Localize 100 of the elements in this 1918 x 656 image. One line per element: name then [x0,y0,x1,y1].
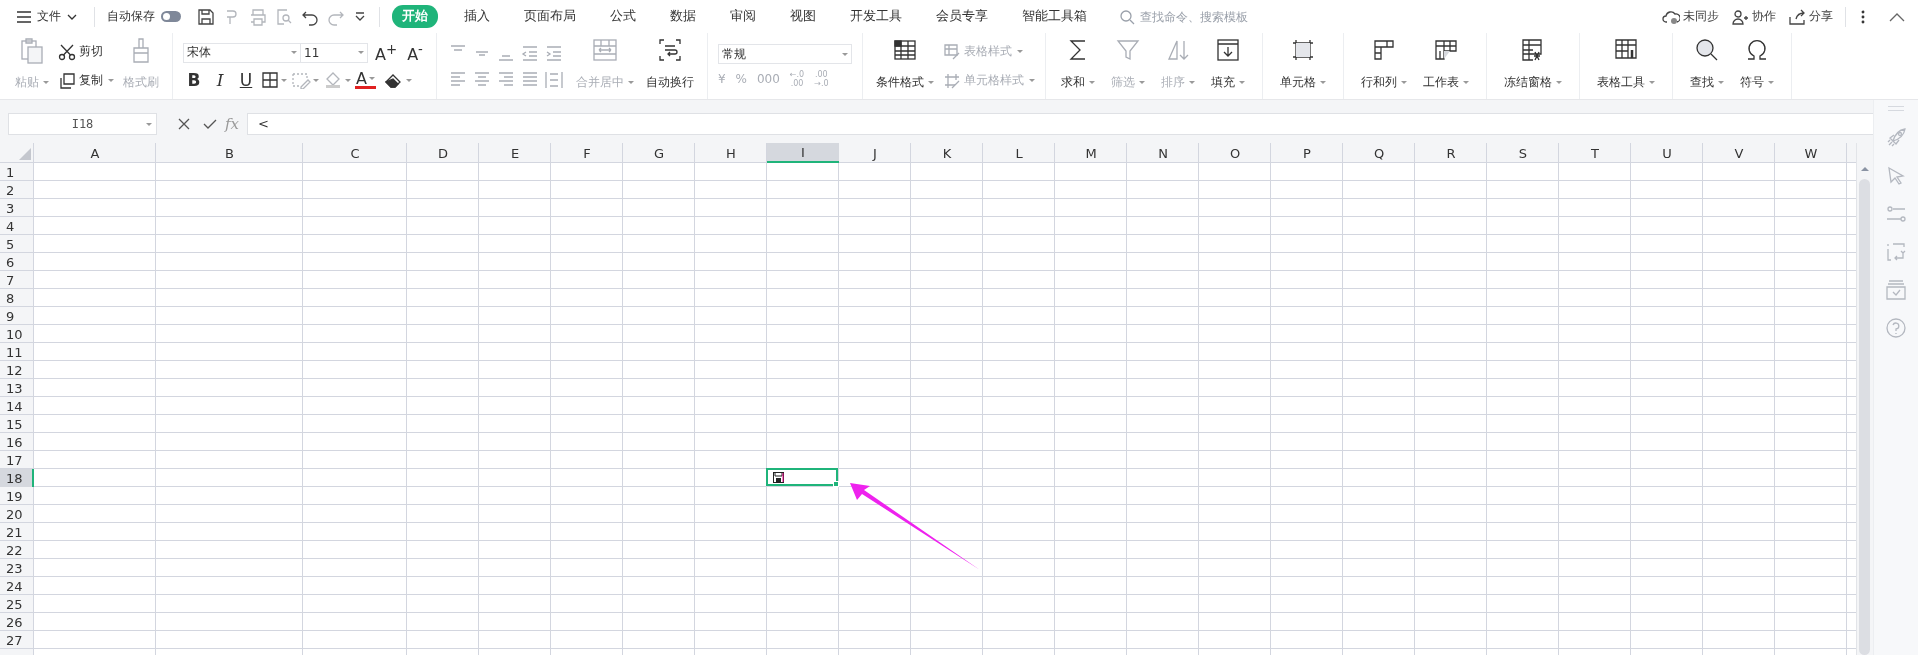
row-header[interactable]: 4 [0,217,34,235]
font-color-button[interactable]: A [355,71,376,90]
column-header[interactable]: K [911,143,983,163]
sum-button[interactable]: 求和 [1055,33,1100,99]
bold-button[interactable]: B [183,70,205,91]
column-header[interactable]: J [839,143,911,163]
copy-button[interactable]: 复制 [58,71,114,90]
row-header[interactable]: 23 [0,559,34,577]
wrap-text-button[interactable]: 自动换行 [642,33,697,99]
formula-input[interactable]: < [247,112,1873,135]
row-header[interactable]: 15 [0,415,34,433]
cursor-icon[interactable] [1885,165,1907,187]
number-format-select[interactable]: 常规 [717,44,852,64]
cell-edit-icon[interactable] [291,71,311,90]
row-header[interactable]: 2 [0,181,34,199]
row-header[interactable]: 20 [0,505,34,523]
row-header[interactable]: 19 [0,487,34,505]
font-size-select[interactable]: 11 [300,43,368,63]
cut-button[interactable]: 剪切 [58,42,114,61]
rocket-icon[interactable] [1885,127,1907,149]
row-header[interactable]: 17 [0,451,34,469]
row-header[interactable]: 25 [0,595,34,613]
print-preview-icon[interactable] [275,7,293,26]
row-header[interactable]: 21 [0,523,34,541]
file-menu[interactable]: 文件 [12,6,82,27]
ribbon-tab[interactable]: 页面布局 [516,5,584,28]
row-header[interactable]: 6 [0,253,34,271]
row-header[interactable]: 16 [0,433,34,451]
column-header[interactable]: O [1199,143,1271,163]
row-header[interactable]: 5 [0,235,34,253]
row-header[interactable]: 13 [0,379,34,397]
increase-font-button[interactable]: A$^{+}$ [372,41,401,65]
column-header[interactable]: D [407,143,479,163]
inbox-check-icon[interactable] [1885,279,1907,301]
fill-button[interactable]: 填充 [1205,33,1250,99]
column-header[interactable]: W [1775,143,1847,163]
italic-button[interactable]: I [209,70,231,91]
ribbon-tab[interactable]: 开发工具 [842,5,910,28]
row-header[interactable]: 1 [0,163,34,181]
column-header[interactable]: E [479,143,551,163]
column-header[interactable]: I [767,143,839,163]
column-header[interactable]: F [551,143,623,163]
name-box[interactable]: I18 [8,112,157,135]
column-header[interactable]: V [1703,143,1775,163]
row-header[interactable]: 7 [0,271,34,289]
worksheet-button[interactable]: 工作表 [1417,33,1474,99]
sync-status-button[interactable]: 未同步 [1662,8,1719,25]
column-header[interactable]: G [623,143,695,163]
column-header[interactable]: S [1487,143,1559,163]
transform-icon[interactable] [1885,241,1907,263]
sliders-icon[interactable] [1885,203,1907,225]
conditional-format-button[interactable]: 条件格式 [872,33,937,99]
ribbon-tab[interactable]: 视图 [782,5,824,28]
collaborate-button[interactable]: 协作 [1731,8,1776,25]
column-header[interactable]: U [1631,143,1703,163]
row-header[interactable]: 8 [0,289,34,307]
ribbon-tab[interactable]: 公式 [602,5,644,28]
ribbon-tab[interactable]: 审阅 [722,5,764,28]
selected-cell[interactable] [766,468,838,486]
column-header[interactable]: N [1127,143,1199,163]
column-header[interactable]: B [156,143,303,163]
cell-button[interactable]: 单元格 [1274,33,1331,99]
column-header[interactable]: R [1415,143,1487,163]
column-header[interactable]: P [1271,143,1343,163]
find-button[interactable]: 查找 [1684,33,1729,99]
cancel-icon[interactable] [177,116,191,131]
row-header[interactable]: 3 [0,199,34,217]
column-header[interactable]: M [1055,143,1127,163]
column-header[interactable]: C [303,143,407,163]
column-header[interactable]: A [34,143,156,163]
column-header[interactable]: H [695,143,767,163]
column-header[interactable]: Q [1343,143,1415,163]
row-header[interactable]: 12 [0,361,34,379]
font-name-select[interactable]: 宋体 [183,43,301,63]
ribbon-tab[interactable]: 数据 [662,5,704,28]
column-header[interactable]: T [1559,143,1631,163]
fill-color-icon[interactable] [323,71,343,90]
save-icon[interactable] [197,7,215,26]
distribute-icon[interactable] [542,69,565,89]
share-button[interactable]: 分享 [1788,8,1833,25]
help-icon[interactable] [1885,317,1907,339]
autosave-toggle[interactable] [161,11,181,22]
rows-columns-button[interactable]: 行和列 [1355,33,1412,99]
underline-button[interactable]: U [235,70,257,91]
row-header[interactable]: 14 [0,397,34,415]
ribbon-tab[interactable]: 智能工具箱 [1014,5,1095,28]
select-all-icon[interactable] [18,147,32,161]
row-header[interactable]: 10 [0,325,34,343]
row-header[interactable]: 27 [0,631,34,649]
freeze-panes-button[interactable]: 冻结窗格 [1498,33,1567,99]
symbol-button[interactable]: 符号 [1734,33,1779,99]
row-header[interactable]: 11 [0,343,34,361]
row-header[interactable]: 24 [0,577,34,595]
vertical-scrollbar[interactable] [1856,143,1873,655]
border-icon[interactable] [261,71,279,90]
row-header[interactable]: 9 [0,307,34,325]
row-header[interactable]: 26 [0,613,34,631]
ribbon-tab[interactable]: 插入 [456,5,498,28]
row-header[interactable]: 22 [0,541,34,559]
ribbon-tab[interactable]: 会员专享 [928,5,996,28]
